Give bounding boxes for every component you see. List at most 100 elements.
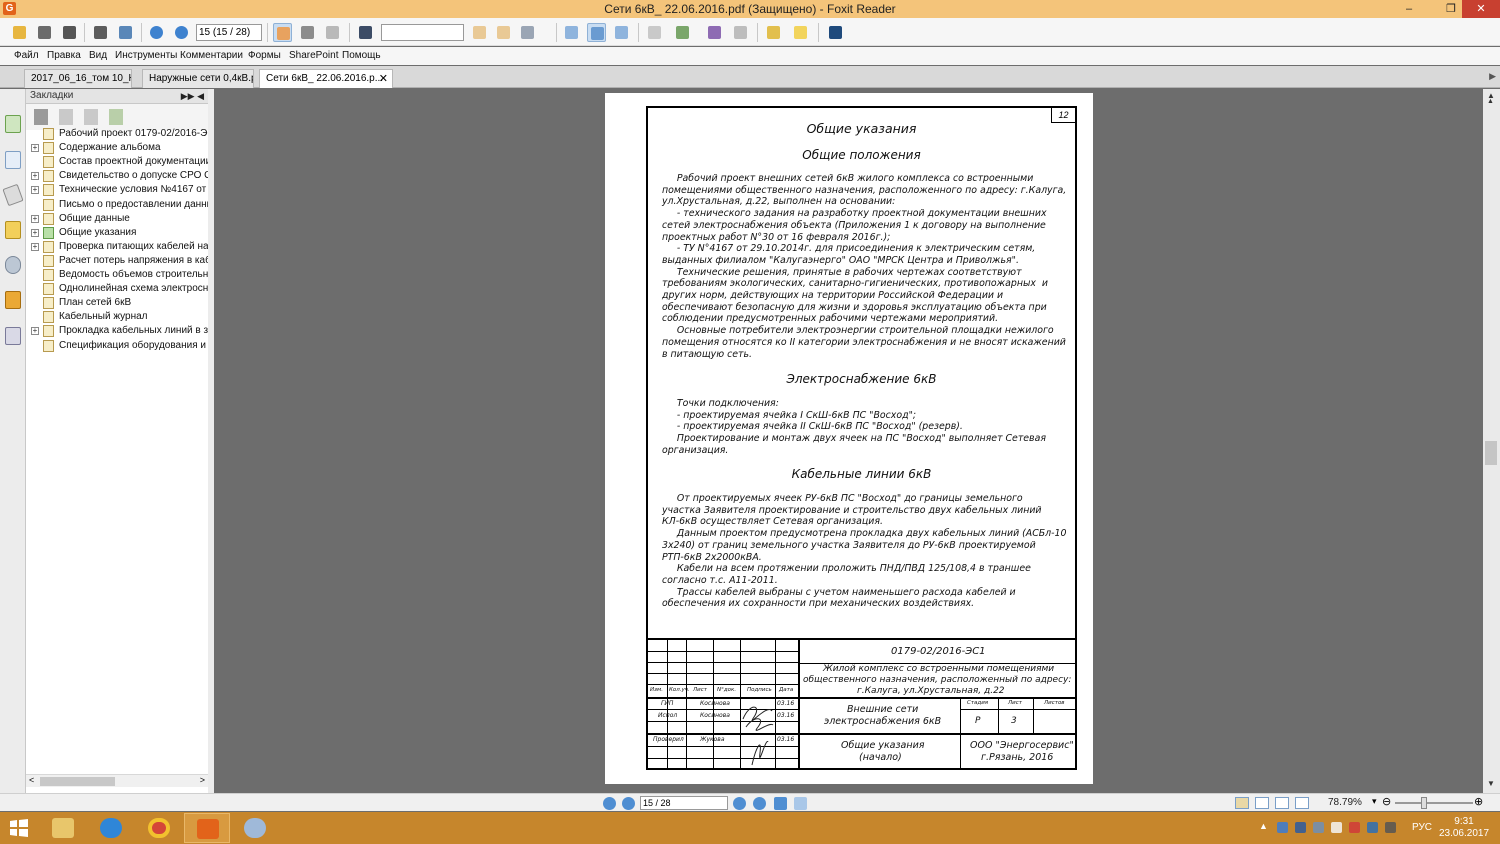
bookmark-item[interactable]: + Свидетельство о допуске СРО ОО [26, 169, 208, 183]
tab-document-1[interactable]: 2017_06_16_том 10_Н... [24, 69, 132, 88]
tray-volume-icon[interactable] [1331, 822, 1342, 833]
expand-toggle-icon[interactable]: + [31, 214, 39, 223]
actual-size-icon[interactable] [562, 23, 581, 42]
menu-edit[interactable]: Правка [47, 50, 81, 61]
bookmark-item[interactable]: План сетей 6кВ [26, 296, 208, 310]
bookmark-item[interactable]: Однолинейная схема электросна [26, 282, 208, 296]
bookmarks-panel-icon[interactable] [5, 115, 21, 133]
snapshot-icon[interactable] [705, 23, 724, 42]
zoom-slider[interactable] [1395, 802, 1473, 804]
menu-help[interactable]: Помощь [342, 50, 381, 61]
zoom-slider-thumb[interactable] [1421, 797, 1427, 809]
security-lock-icon[interactable] [5, 291, 21, 309]
bookmarks-horizontal-scrollbar[interactable]: < > [26, 774, 208, 787]
bookmark-item[interactable]: Кабельный журнал [26, 310, 208, 324]
menu-forms[interactable]: Формы [248, 50, 281, 61]
find-binoculars-icon[interactable] [356, 23, 375, 42]
clock[interactable]: 9:31 23.06.2017 [1438, 816, 1490, 840]
screen-icon[interactable] [116, 23, 135, 42]
delete-bookmark-icon[interactable] [34, 109, 48, 125]
file-explorer-taskbar-icon[interactable] [40, 813, 86, 843]
document-vertical-scrollbar[interactable]: ▲ ▲ ▼ [1483, 89, 1500, 793]
find-input[interactable] [381, 24, 464, 41]
menu-comments[interactable]: Комментарии [180, 50, 243, 61]
bookmark-item[interactable]: + Общие данные [26, 212, 208, 226]
hand-tool-icon[interactable] [273, 23, 292, 42]
find-options-icon[interactable] [518, 23, 537, 42]
signatures-icon[interactable] [5, 327, 21, 345]
expand-toggle-icon[interactable]: + [31, 144, 39, 153]
pages-panel-icon[interactable] [5, 151, 21, 169]
save-as-icon[interactable] [60, 23, 79, 42]
bookmark-item[interactable]: + Общие указания [26, 226, 208, 240]
expand-toggle-icon[interactable]: + [31, 242, 39, 251]
bookmark-item[interactable]: Состав проектной документации [26, 155, 208, 169]
select-text-icon[interactable] [298, 23, 317, 42]
fit-width-icon[interactable] [612, 23, 631, 42]
next-page-status-icon[interactable] [733, 797, 746, 810]
scroll-thumb[interactable] [40, 777, 115, 786]
continuous-view-icon[interactable] [1255, 797, 1269, 809]
attachments-icon[interactable] [5, 256, 21, 274]
typewriter-icon[interactable] [764, 23, 783, 42]
document-view[interactable]: 12 Общие указания Общие положения Рабочи… [214, 89, 1483, 793]
expand-toggle-icon[interactable]: + [31, 186, 39, 195]
start-button[interactable] [0, 813, 38, 843]
bookmark-item[interactable]: Письмо о предоставлении данны [26, 198, 208, 212]
bookmark-item[interactable]: + Проверка питающих кабелей на [26, 240, 208, 254]
open-file-icon[interactable] [10, 23, 29, 42]
expand-toggle-icon[interactable]: + [31, 327, 39, 336]
chrome-taskbar-icon[interactable] [136, 813, 182, 843]
tray-wifi-icon[interactable] [1385, 822, 1396, 833]
menu-tools[interactable]: Инструменты [115, 50, 177, 61]
status-page-input[interactable]: 15 / 28 [640, 796, 728, 810]
menu-view[interactable]: Вид [89, 50, 107, 61]
comments-panel-icon[interactable] [5, 221, 21, 239]
page-up-icon[interactable]: ▲ [1487, 98, 1494, 105]
scroll-down-icon[interactable]: ▼ [1487, 779, 1495, 788]
tray-overflow-icon[interactable]: ▲ [1259, 821, 1268, 831]
tab-document-2[interactable]: Наружные сети 0,4кВ.pdf [142, 69, 254, 88]
bookmark-item[interactable]: + Прокладка кабельных линий в зе [26, 324, 208, 338]
continuous-facing-view-icon[interactable] [1295, 797, 1309, 809]
print-icon[interactable] [91, 23, 110, 42]
menu-sharepoint[interactable]: SharePoint [289, 50, 338, 61]
facing-view-icon[interactable] [1275, 797, 1289, 809]
fit-page-icon[interactable] [587, 23, 606, 42]
close-tab-icon[interactable]: ✕ [379, 70, 388, 88]
last-page-icon[interactable] [753, 797, 766, 810]
zoom-in-icon[interactable]: ⊕ [1474, 795, 1483, 808]
bookmark-item[interactable]: Спецификация оборудования и м [26, 339, 208, 353]
rotate-right-icon[interactable] [673, 23, 692, 42]
panel-collapse-icon[interactable]: ▶▶ ◀ [181, 89, 204, 103]
tray-antivirus-icon[interactable] [1349, 822, 1360, 833]
zoom-out-icon[interactable]: ⊖ [1382, 795, 1391, 808]
tray-action-center-icon[interactable] [1367, 822, 1378, 833]
tray-network-icon[interactable] [1277, 822, 1288, 833]
find-next-icon[interactable] [494, 23, 513, 42]
zoom-level[interactable]: 78.79% [1328, 797, 1362, 808]
first-page-icon[interactable] [603, 797, 616, 810]
tab-document-active[interactable]: Сети 6кВ_ 22.06.2016.p... ✕ [259, 69, 393, 88]
previous-page-status-icon[interactable] [622, 797, 635, 810]
expand-bookmark-icon[interactable] [84, 109, 98, 125]
bookmark-item[interactable]: Ведомость объемов строительн [26, 268, 208, 282]
bookmark-options-icon[interactable] [109, 109, 123, 125]
expand-toggle-icon[interactable]: + [31, 172, 39, 181]
select-arrow-icon[interactable] [323, 23, 342, 42]
tray-app-icon[interactable] [1313, 822, 1324, 833]
tray-defender-icon[interactable] [1295, 822, 1306, 833]
minimize-button[interactable]: ‒ [1394, 0, 1424, 18]
note-icon[interactable] [791, 23, 810, 42]
foxit-taskbar-icon[interactable] [184, 813, 230, 843]
next-page-icon[interactable] [172, 23, 191, 42]
two-pages-icon[interactable] [731, 23, 750, 42]
go-forward-icon[interactable] [794, 797, 807, 810]
find-prev-icon[interactable] [470, 23, 489, 42]
layers-icon[interactable] [2, 183, 24, 207]
internet-explorer-taskbar-icon[interactable] [88, 813, 134, 843]
bookmark-item[interactable]: + Содержание альбома [26, 141, 208, 155]
bookmark-item[interactable]: Рабочий проект 0179-02/2016-ЭС [26, 127, 208, 141]
rotate-left-icon[interactable] [645, 23, 664, 42]
save-icon[interactable] [35, 23, 54, 42]
